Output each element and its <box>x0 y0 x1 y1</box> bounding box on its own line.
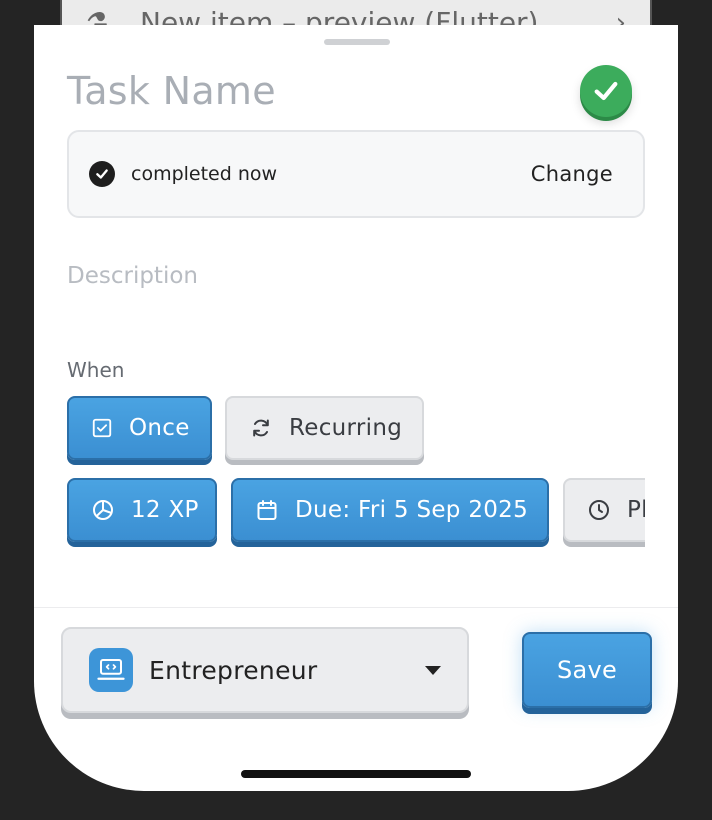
description-input[interactable]: Description <box>67 263 198 289</box>
when-option-once[interactable]: Once <box>67 396 212 460</box>
home-indicator <box>241 770 471 778</box>
bottom-sheet: Task Name completed now Change Descripti… <box>34 25 678 791</box>
when-option-label: Once <box>129 415 190 441</box>
role-dropdown-value: Entrepreneur <box>149 655 318 685</box>
footer-divider <box>34 607 678 608</box>
sheet-grabber[interactable] <box>324 39 390 45</box>
clock-icon <box>587 498 611 522</box>
when-label: When <box>67 358 125 382</box>
plan-chip-label: Pl <box>627 497 645 523</box>
calendar-icon <box>255 498 279 522</box>
completion-status-text: completed now <box>131 163 278 185</box>
pie-icon <box>91 498 115 522</box>
save-button[interactable]: Save <box>522 632 652 708</box>
role-dropdown[interactable]: Entrepreneur <box>61 627 469 713</box>
repeat-icon <box>249 416 273 440</box>
due-date-chip-label: Due: Fri 5 Sep 2025 <box>295 497 529 523</box>
checkbox-icon <box>91 417 113 439</box>
checkmark-icon <box>594 81 618 101</box>
check-circle-icon <box>89 161 115 187</box>
laptop-code-icon <box>89 648 133 692</box>
plan-chip[interactable]: Pl <box>563 478 645 542</box>
task-name-input[interactable]: Task Name <box>67 69 276 113</box>
when-option-recurring[interactable]: Recurring <box>225 396 424 460</box>
when-option-label: Recurring <box>289 415 403 441</box>
completion-status: completed now Change <box>67 130 645 218</box>
chip-row: 12 XP Due: Fri 5 Sep 2025 Pl <box>67 475 645 555</box>
caret-down-icon <box>425 665 441 675</box>
xp-chip-label: 12 XP <box>131 497 199 523</box>
due-date-chip[interactable]: Due: Fri 5 Sep 2025 <box>231 478 549 542</box>
xp-chip[interactable]: 12 XP <box>67 478 217 542</box>
change-button[interactable]: Change <box>531 162 613 186</box>
complete-toggle-button[interactable] <box>580 65 632 117</box>
